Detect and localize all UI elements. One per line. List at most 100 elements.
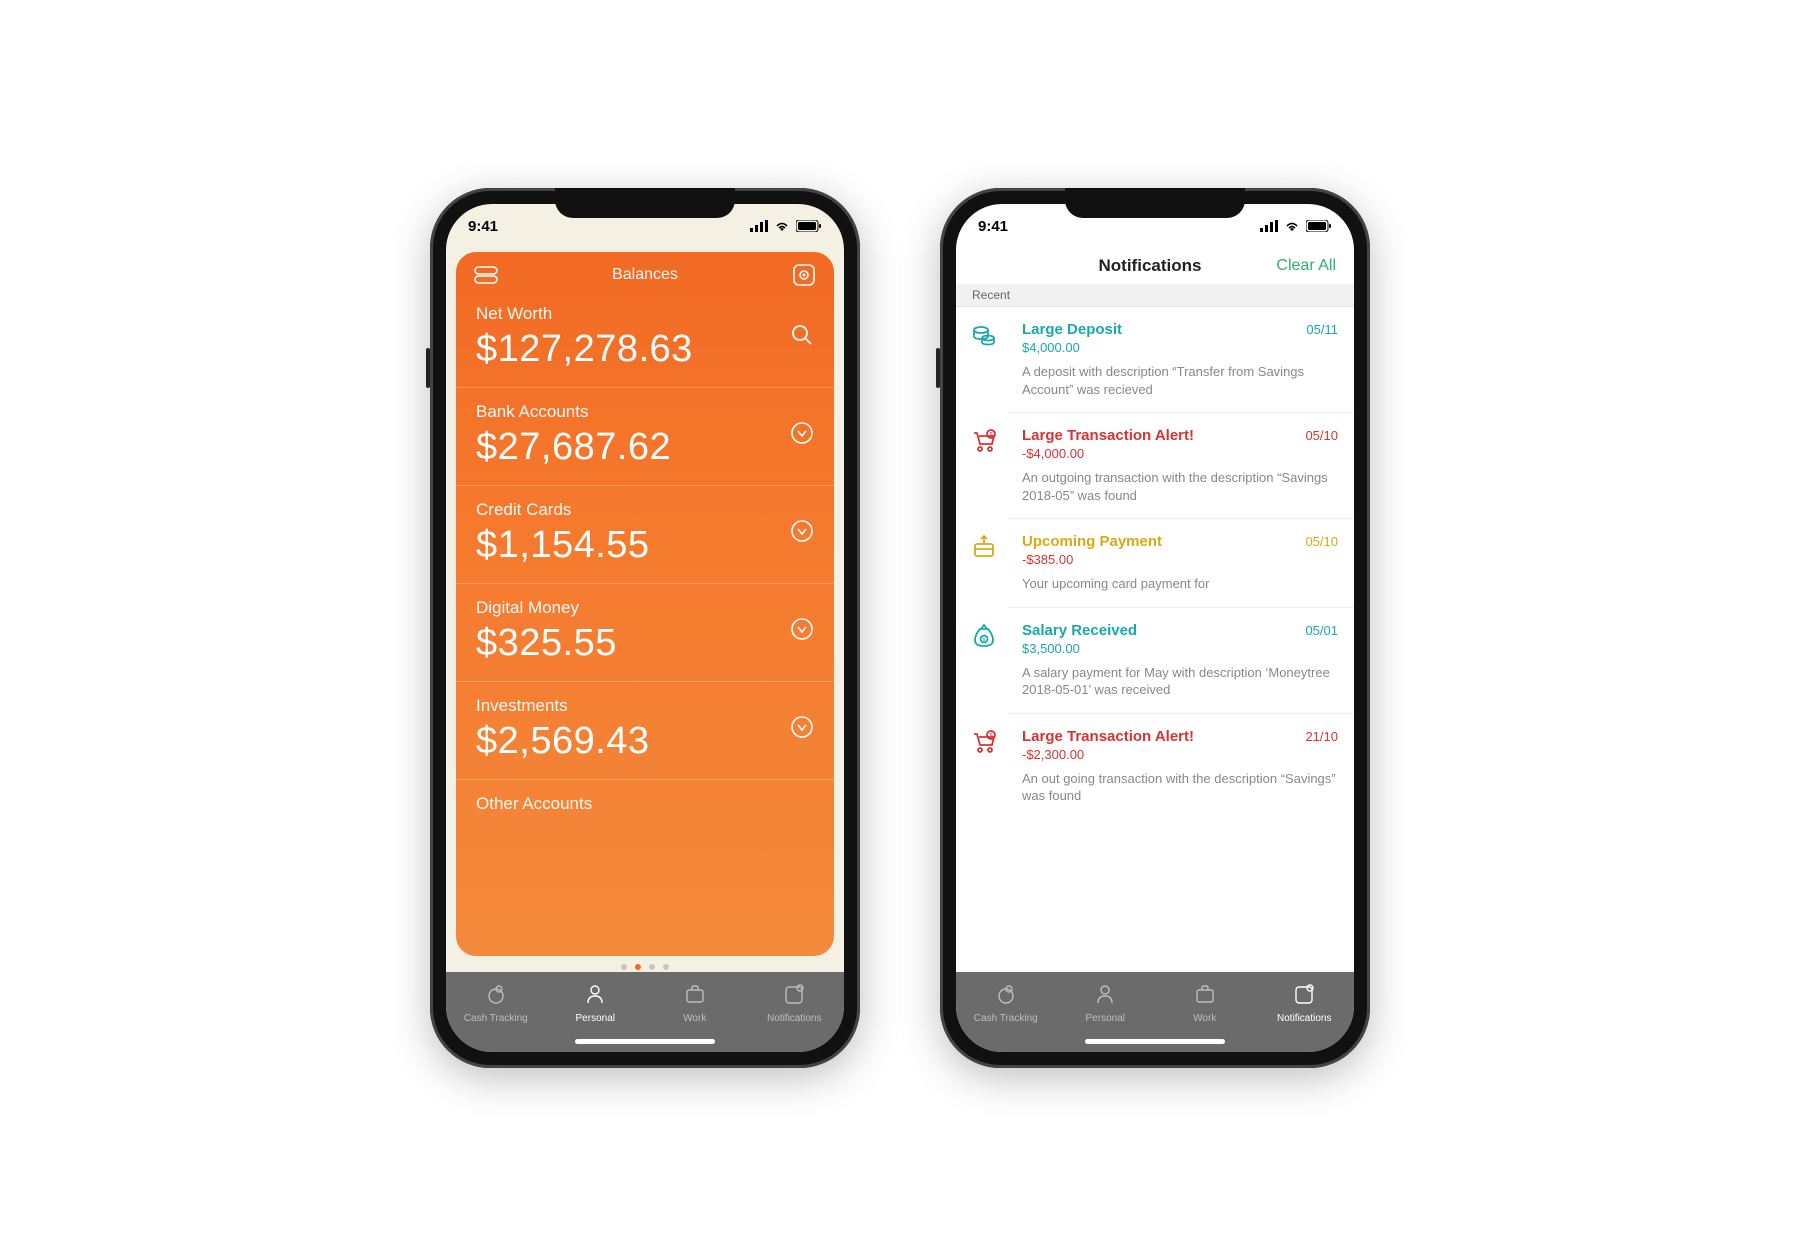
tab-cash-tracking[interactable]: Cash Tracking: [956, 982, 1056, 1024]
notifications-header: Notifications Clear All: [956, 248, 1354, 284]
notif-title: Large Deposit: [1022, 321, 1122, 338]
balance-label: Net Worth: [476, 304, 693, 324]
home-indicator[interactable]: [575, 1039, 715, 1044]
notif-date: 21/10: [1305, 729, 1338, 744]
balance-rows: Net Worth $127,278.63 Bank Accounts $27,…: [456, 290, 834, 956]
notification-item[interactable]: $ Large Transaction Alert! 05/10 -$4,000…: [956, 413, 1354, 519]
notif-date: 05/10: [1305, 534, 1338, 549]
cart-alert-icon: $: [970, 728, 998, 756]
chevron-down-icon[interactable]: [790, 421, 814, 450]
home-indicator[interactable]: [1085, 1039, 1225, 1044]
tab-personal[interactable]: Personal: [1056, 982, 1156, 1024]
phone-balances: 9:41 Balances: [430, 188, 860, 1068]
phone-notifications: 9:41 Notifications Clear All Recent: [940, 188, 1370, 1068]
page-dot: [621, 964, 627, 970]
notification-item[interactable]: Upcoming Payment 05/10 -$385.00 Your upc…: [956, 519, 1354, 608]
wifi-icon: [774, 220, 790, 232]
coins-icon: [970, 321, 998, 349]
tab-label: Work: [683, 1013, 706, 1024]
notification-icon: [1292, 982, 1316, 1009]
notif-title: Large Transaction Alert!: [1022, 728, 1194, 745]
search-icon[interactable]: [790, 323, 814, 352]
section-recent: Recent: [956, 284, 1354, 307]
clear-all-button[interactable]: Clear All: [1266, 257, 1336, 275]
balance-label: Bank Accounts: [476, 402, 671, 422]
balance-row-investments[interactable]: Investments $2,569.43: [456, 682, 834, 780]
tab-notifications[interactable]: Notifications: [1255, 982, 1355, 1024]
tab-personal[interactable]: Personal: [546, 982, 646, 1024]
tab-work[interactable]: Work: [645, 982, 745, 1024]
balance-row-bank[interactable]: Bank Accounts $27,687.62: [456, 388, 834, 486]
notif-amount: -$385.00: [1022, 552, 1338, 567]
notif-desc: An out going transaction with the descri…: [1022, 770, 1338, 805]
notif-date: 05/10: [1305, 428, 1338, 443]
upload-box-icon: [970, 533, 998, 561]
notif-date: 05/11: [1306, 322, 1338, 337]
signal-icon: [750, 220, 768, 232]
notification-icon: [782, 982, 806, 1009]
balance-row-digital[interactable]: Digital Money $325.55: [456, 584, 834, 682]
battery-icon: [1306, 220, 1332, 232]
notif-amount: -$4,000.00: [1022, 446, 1338, 461]
signal-icon: [1260, 220, 1278, 232]
chevron-down-icon[interactable]: [790, 519, 814, 548]
person-icon: [1093, 982, 1117, 1009]
notif-desc: An outgoing transaction with the descrip…: [1022, 469, 1338, 504]
balance-amount: $127,278.63: [476, 328, 693, 371]
notch: [555, 188, 735, 218]
balance-amount: $1,154.55: [476, 524, 650, 567]
tab-label: Notifications: [767, 1013, 821, 1024]
tab-notifications[interactable]: Notifications: [745, 982, 845, 1024]
balance-label: Investments: [476, 696, 650, 716]
person-icon: [583, 982, 607, 1009]
notif-desc: A salary payment for May with descriptio…: [1022, 664, 1338, 699]
balances-card: Balances Net Worth $127,278.63: [456, 252, 834, 956]
notif-desc: Your upcoming card payment for: [1022, 575, 1338, 593]
layout-toggle-icon[interactable]: [472, 266, 500, 284]
battery-icon: [796, 220, 822, 232]
notif-amount: $4,000.00: [1022, 340, 1338, 355]
notification-item[interactable]: Large Deposit 05/11 $4,000.00 A deposit …: [956, 307, 1354, 413]
coins-icon: [994, 982, 1018, 1009]
tab-label: Personal: [1086, 1013, 1125, 1024]
balance-row-net-worth[interactable]: Net Worth $127,278.63: [456, 290, 834, 388]
chevron-down-icon[interactable]: [790, 715, 814, 744]
briefcase-icon: [1193, 982, 1217, 1009]
page-dot-active: [635, 964, 641, 970]
tab-cash-tracking[interactable]: Cash Tracking: [446, 982, 546, 1024]
notification-item[interactable]: $ Large Transaction Alert! 21/10 -$2,300…: [956, 714, 1354, 819]
status-time: 9:41: [468, 218, 498, 235]
balance-amount: $325.55: [476, 622, 617, 665]
tab-label: Notifications: [1277, 1013, 1331, 1024]
notif-title: Salary Received: [1022, 622, 1137, 639]
balance-label: Digital Money: [476, 598, 617, 618]
balance-amount: $27,687.62: [476, 426, 671, 469]
notif-amount: -$2,300.00: [1022, 747, 1338, 762]
coins-icon: [484, 982, 508, 1009]
cart-alert-icon: $: [970, 427, 998, 455]
page-indicator: [446, 956, 844, 972]
notif-title: Large Transaction Alert!: [1022, 427, 1194, 444]
status-time: 9:41: [978, 218, 1008, 235]
tab-label: Cash Tracking: [464, 1013, 528, 1024]
tab-label: Cash Tracking: [974, 1013, 1038, 1024]
tab-label: Work: [1193, 1013, 1216, 1024]
notif-date: 05/01: [1305, 623, 1338, 638]
notification-list[interactable]: Large Deposit 05/11 $4,000.00 A deposit …: [956, 307, 1354, 972]
balance-amount: $2,569.43: [476, 720, 650, 763]
notif-amount: $3,500.00: [1022, 641, 1338, 656]
notification-item[interactable]: ¥ Salary Received 05/01 $3,500.00 A sala…: [956, 608, 1354, 714]
tab-label: Personal: [576, 1013, 615, 1024]
balance-label: Credit Cards: [476, 500, 650, 520]
money-bag-icon: ¥: [970, 622, 998, 650]
balance-row-other[interactable]: Other Accounts: [456, 780, 834, 830]
notch: [1065, 188, 1245, 218]
balance-row-credit[interactable]: Credit Cards $1,154.55: [456, 486, 834, 584]
notif-title: Upcoming Payment: [1022, 533, 1162, 550]
notifications-title: Notifications: [1034, 256, 1266, 276]
wifi-icon: [1284, 220, 1300, 232]
settings-icon[interactable]: [790, 264, 818, 286]
notif-desc: A deposit with description “Transfer fro…: [1022, 363, 1338, 398]
chevron-down-icon[interactable]: [790, 617, 814, 646]
tab-work[interactable]: Work: [1155, 982, 1255, 1024]
